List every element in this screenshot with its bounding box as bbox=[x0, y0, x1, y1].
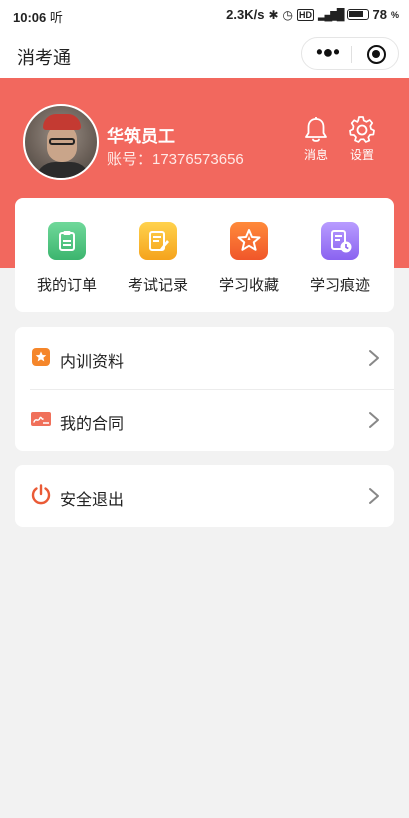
gear-icon bbox=[349, 116, 375, 143]
shortcut-exam-records[interactable]: 考试记录 bbox=[113, 222, 203, 295]
network-speed: 2.3K/s bbox=[226, 7, 265, 22]
battery-level: 78 bbox=[372, 7, 387, 22]
training-materials-icon bbox=[32, 348, 50, 366]
status-time-text: 10:06 bbox=[13, 10, 47, 25]
shortcut-label: 我的订单 bbox=[36, 277, 97, 294]
order-icon bbox=[48, 222, 86, 260]
account-number: 账号：17376573656 bbox=[107, 151, 244, 168]
menu-item-label: 内训资料 bbox=[60, 354, 125, 371]
shortcut-grid: 我的订单 考试记录 学习收藏 学习痕迹 bbox=[15, 198, 394, 312]
page-title: 消考通 bbox=[17, 48, 71, 68]
mini-program-capsule: •●• bbox=[301, 37, 399, 70]
menu-item-label: 我的合同 bbox=[60, 416, 125, 433]
status-right: 2.3K/s ✱ ◷ HD ▂▄▆█ 78% bbox=[226, 7, 399, 22]
battery-icon bbox=[346, 9, 369, 20]
percent-icon: % bbox=[390, 9, 399, 20]
status-time: 10:06 听 bbox=[13, 7, 63, 26]
shortcut-label: 考试记录 bbox=[127, 277, 188, 294]
menu-item-logout[interactable]: 安全退出 bbox=[15, 465, 394, 527]
shortcut-label: 学习痕迹 bbox=[309, 277, 370, 294]
avatar-hat bbox=[43, 114, 81, 130]
shortcut-my-orders[interactable]: 我的订单 bbox=[22, 222, 112, 295]
settings-button[interactable]: 设置 bbox=[342, 116, 382, 163]
capsule-divider bbox=[351, 46, 352, 63]
power-icon bbox=[31, 484, 51, 505]
avatar-glasses bbox=[49, 138, 75, 145]
settings-label: 设置 bbox=[349, 148, 374, 162]
status-time-suffix: 听 bbox=[49, 10, 63, 25]
contract-icon bbox=[31, 412, 51, 426]
more-menu-icon[interactable]: •●• bbox=[316, 43, 340, 63]
bell-icon bbox=[305, 117, 327, 142]
exam-record-icon bbox=[139, 222, 177, 260]
status-bar: 10:06 听 2.3K/s ✱ ◷ HD ▂▄▆█ 78% bbox=[0, 0, 409, 30]
messages-button[interactable]: 消息 bbox=[296, 116, 336, 163]
shortcut-study-favorites[interactable]: 学习收藏 bbox=[204, 222, 294, 295]
avatar-body bbox=[35, 162, 91, 178]
close-program-icon[interactable] bbox=[367, 45, 386, 64]
menu-card-resources: 内训资料 我的合同 bbox=[15, 327, 394, 451]
chevron-right-icon bbox=[369, 350, 379, 366]
hd-icon: HD bbox=[297, 8, 314, 21]
favorites-icon bbox=[230, 222, 268, 260]
messages-label: 消息 bbox=[303, 148, 328, 162]
menu-card-logout: 安全退出 bbox=[15, 465, 394, 527]
menu-item-training-materials[interactable]: 内训资料 bbox=[15, 327, 394, 389]
chevron-right-icon bbox=[369, 488, 379, 504]
menu-item-my-contract[interactable]: 我的合同 bbox=[15, 389, 394, 451]
bluetooth-icon: ✱ bbox=[268, 7, 279, 22]
history-icon bbox=[321, 222, 359, 260]
avatar[interactable] bbox=[23, 104, 99, 180]
signal-icon: ▂▄▆█ bbox=[318, 9, 344, 21]
username: 华筑员工 bbox=[107, 127, 175, 146]
chevron-right-icon bbox=[369, 412, 379, 428]
navigation-bar: 消考通 •●• bbox=[0, 30, 409, 78]
menu-item-label: 安全退出 bbox=[60, 492, 125, 509]
shortcut-study-history[interactable]: 学习痕迹 bbox=[295, 222, 385, 295]
alarm-icon: ◷ bbox=[282, 7, 293, 22]
shortcut-label: 学习收藏 bbox=[218, 277, 279, 294]
